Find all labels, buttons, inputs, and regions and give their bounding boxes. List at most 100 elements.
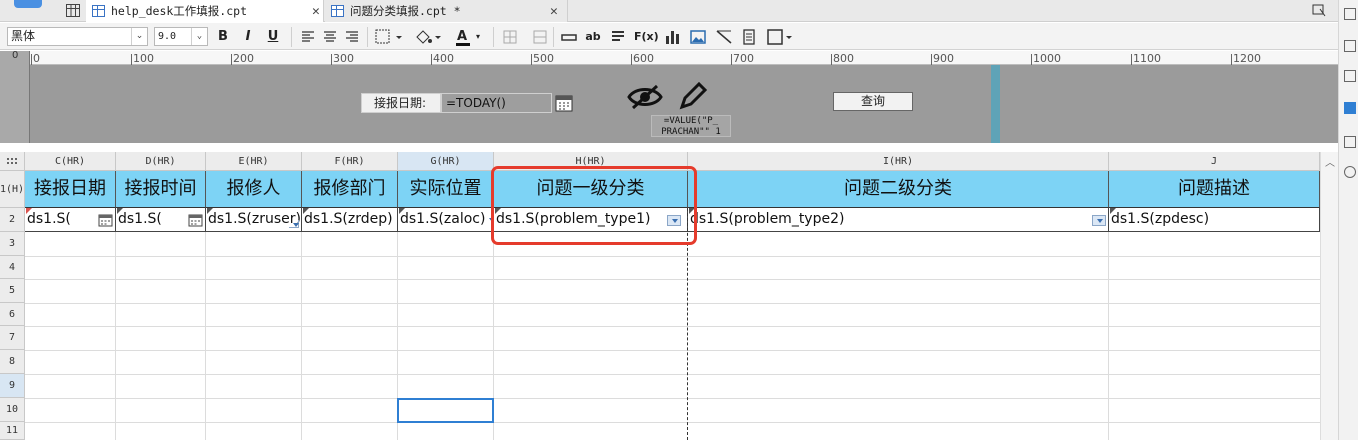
data-cell-department[interactable]: ds1.S(zrdep) (302, 208, 398, 232)
italic-button[interactable]: I (240, 27, 256, 47)
cell-value: ds1.S(zrdep) (304, 211, 393, 227)
widget-settings-icon[interactable] (1344, 40, 1356, 52)
close-icon[interactable]: ✕ (550, 4, 558, 19)
template-grid-icon[interactable] (66, 4, 80, 17)
header-cell-department[interactable]: 报修部门 (302, 171, 398, 208)
row-header[interactable]: 6 (0, 303, 25, 326)
paragraph-icon[interactable] (610, 27, 626, 47)
font-size-select[interactable]: 9.0 ⌄ (154, 27, 208, 46)
header-cell-location[interactable]: 实际位置 (398, 171, 494, 208)
text-widget-icon (289, 220, 299, 228)
column-header-i[interactable]: I(HR) (688, 152, 1109, 171)
header-cell-report-date[interactable]: 接报日期 (25, 171, 116, 208)
designer-window: help_desk工作填报.cpt ✕ 问题分类填报.cpt * ✕ 黑体 ⌄ … (0, 0, 1358, 440)
font-size-value: 9.0 (158, 31, 177, 42)
chart-icon[interactable] (664, 27, 682, 47)
sub-report-icon[interactable] (741, 27, 757, 47)
widget-marker (117, 208, 123, 214)
dropdown-widget-icon (1092, 215, 1106, 226)
ruler-tick: 0 (33, 52, 40, 65)
cell-attribute-icon[interactable] (1344, 8, 1356, 20)
right-side-panel (1338, 0, 1358, 440)
selected-cell-g10[interactable] (397, 398, 494, 423)
data-cell-problem-type2[interactable]: ds1.S(problem_type2) (688, 208, 1109, 232)
calendar-widget-icon (188, 214, 203, 227)
chevron-down-icon: ⌄ (131, 28, 147, 45)
column-header-j[interactable]: J (1109, 152, 1320, 171)
underline-button[interactable]: U (265, 27, 281, 47)
fill-color-icon[interactable] (413, 27, 441, 47)
row-header[interactable]: 9 (0, 374, 25, 398)
column-header-g[interactable]: G(HR) (398, 152, 494, 171)
close-icon[interactable]: ✕ (312, 4, 320, 19)
header-cell-problem-type2[interactable]: 问题二级分类 (688, 171, 1109, 208)
hidden-eye-icon[interactable] (626, 83, 664, 111)
row-header[interactable]: 8 (0, 350, 25, 374)
row-header[interactable]: 4 (0, 256, 25, 279)
formula-button[interactable]: F(x) (634, 27, 659, 47)
font-family-value: 黑体 (11, 29, 36, 43)
row-header[interactable]: 7 (0, 326, 25, 350)
widget-marker (399, 208, 405, 214)
data-cell-reporter[interactable]: ds1.S(zruser) (206, 208, 302, 232)
toolbar-divider (553, 27, 554, 47)
column-header-d[interactable]: D(HR) (116, 152, 206, 171)
widget-marker (26, 208, 32, 214)
data-cell-report-time[interactable]: ds1.S( (116, 208, 206, 232)
image-icon[interactable] (689, 27, 707, 47)
edit-pencil-icon[interactable] (678, 81, 708, 111)
row-header[interactable]: 3 (0, 232, 25, 256)
row-header[interactable]: 1(H) (0, 171, 25, 208)
unmerge-cells-icon[interactable] (532, 27, 548, 47)
app-menu-button[interactable] (14, 0, 42, 8)
text-field-icon[interactable] (561, 27, 577, 47)
tab-help-desk[interactable]: help_desk工作填报.cpt ✕ (86, 0, 324, 22)
font-family-select[interactable]: 黑体 ⌄ (7, 27, 148, 46)
report-date-input[interactable]: =TODAY() (441, 93, 552, 113)
calendar-icon[interactable] (554, 93, 574, 113)
merge-cells-icon[interactable] (502, 27, 518, 47)
format-toolbar: 黑体 ⌄ 9.0 ⌄ B I U A ▾ ab F(x) (0, 23, 1338, 50)
ab-text-button[interactable]: ab (584, 27, 602, 47)
pane-width-handle[interactable] (991, 65, 1000, 143)
cell-element-icon[interactable] (766, 27, 794, 47)
border-icon[interactable] (374, 27, 402, 47)
slash-cell-icon[interactable] (715, 27, 733, 47)
data-cell-description[interactable]: ds1.S(zpdesc) (1109, 208, 1320, 232)
select-all-corner[interactable] (0, 152, 25, 171)
chevron-up-icon[interactable]: ︿ (1325, 154, 1335, 169)
report-file-icon (331, 5, 344, 17)
align-right-icon[interactable] (344, 27, 360, 47)
row-header[interactable]: 11 (0, 422, 25, 440)
data-cell-location[interactable]: ds1.S(zaloc) (398, 208, 494, 232)
ruler-tick: 700 (733, 52, 754, 65)
data-column-icon[interactable] (1344, 136, 1356, 148)
hyperlink-active-icon[interactable] (1344, 102, 1356, 114)
align-center-icon[interactable] (322, 27, 338, 47)
column-header-f[interactable]: F(HR) (302, 152, 398, 171)
font-color-button[interactable]: A ▾ (452, 27, 480, 47)
tab-label: 问题分类填报.cpt * (350, 4, 461, 18)
row-header[interactable]: 2 (0, 208, 25, 232)
header-cell-reporter[interactable]: 报修人 (206, 171, 302, 208)
ruler-tick: 900 (933, 52, 954, 65)
maximize-editor-icon[interactable] (1312, 4, 1326, 17)
align-left-icon[interactable] (300, 27, 316, 47)
header-cell-report-time[interactable]: 接报时间 (116, 171, 206, 208)
vertical-scrollbar[interactable]: ︿ (1320, 152, 1338, 440)
condition-attribute-icon[interactable] (1344, 70, 1356, 82)
header-cell-description[interactable]: 问题描述 (1109, 171, 1320, 208)
query-button[interactable]: 查询 (833, 92, 913, 111)
row-header[interactable]: 5 (0, 279, 25, 303)
link-icon[interactable] (1344, 166, 1356, 178)
highlight-annotation-box (491, 166, 697, 245)
bold-button[interactable]: B (215, 27, 231, 47)
row-header[interactable]: 10 (0, 398, 25, 422)
column-header-c[interactable]: C(HR) (25, 152, 116, 171)
tab-problem-category[interactable]: 问题分类填报.cpt * ✕ (325, 0, 568, 22)
widget-marker (1110, 208, 1116, 214)
formula-widget[interactable]: =VALUE("P_ PRACHAN"" 1 (651, 115, 731, 137)
ruler-tick: 100 (133, 52, 154, 65)
column-header-e[interactable]: E(HR) (206, 152, 302, 171)
data-cell-report-date[interactable]: ds1.S( (25, 208, 116, 232)
